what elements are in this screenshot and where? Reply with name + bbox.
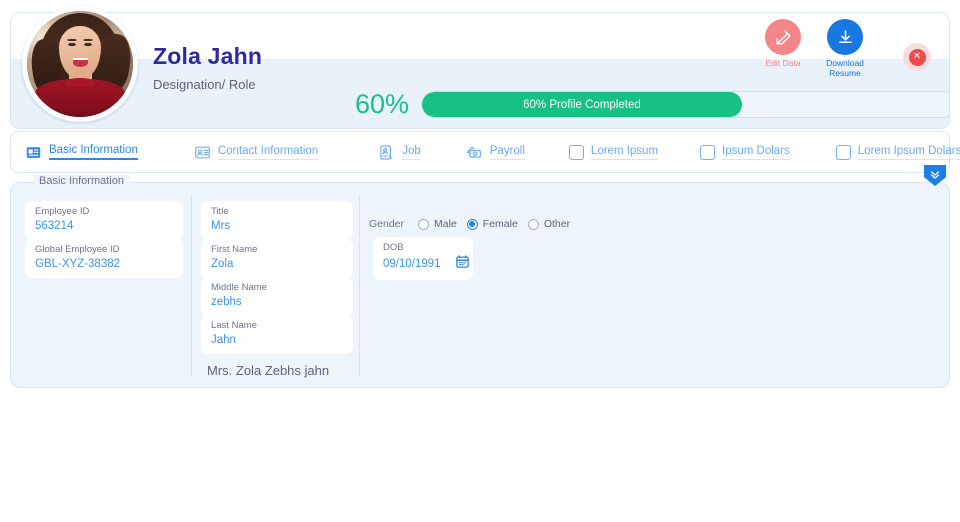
header-actions: Edit Data Download Resume — [757, 19, 871, 78]
profile-completion: 60% 60% Profile Completed — [355, 89, 949, 120]
gender-option-label: Other — [543, 218, 571, 230]
gender-label: Gender — [369, 218, 405, 230]
full-name-display: Mrs. Zola Zebhs jahn — [207, 363, 330, 378]
title-label: Title — [211, 206, 229, 217]
middle-name-label: Middle Name — [211, 282, 267, 293]
download-icon — [827, 19, 863, 55]
tab-label: Lorem Ipsum Dolars — [857, 145, 960, 160]
title-field[interactable]: Title Mrs — [201, 201, 353, 240]
tab-label: Basic Information — [49, 144, 138, 160]
tab-label: Payroll — [489, 145, 525, 160]
id-card-icon — [194, 144, 211, 161]
global-employee-id-field[interactable]: Global Employee ID GBL-XYZ-38382 — [25, 239, 183, 278]
tab-ipsum-dolars[interactable]: Ipsum Dolars — [700, 144, 790, 160]
tab-contact-information[interactable]: Contact Information — [194, 144, 319, 161]
avatar-photo — [27, 11, 133, 117]
avatar[interactable] — [22, 6, 138, 122]
tab-job[interactable]: Job — [378, 144, 421, 161]
global-employee-id-value: GBL-XYZ-38382 — [35, 258, 121, 270]
profile-header-card: Zola Jahn Designation/ Role Edit Data Do… — [10, 12, 950, 129]
job-badge-icon — [378, 144, 395, 161]
payroll-money-icon — [465, 143, 483, 161]
tab-lorem-ipsum-dolars[interactable]: Lorem Ipsum Dolars — [835, 144, 960, 160]
employee-id-field[interactable]: Employee ID 563214 — [25, 201, 183, 240]
title-value: Mrs — [211, 220, 231, 232]
calendar-icon[interactable] — [455, 254, 470, 274]
column-divider-2 — [359, 197, 360, 377]
close-button[interactable]: ✕ — [903, 43, 931, 71]
gender-option-label: Male — [434, 218, 457, 230]
employee-id-label: Employee ID — [35, 206, 90, 217]
tab-label: Ipsum Dolars — [722, 145, 790, 160]
tab-label: Job — [402, 145, 421, 160]
profile-role: Designation/ Role — [153, 77, 256, 92]
double-chevron-down-icon — [930, 171, 940, 179]
radio-icon[interactable] — [527, 218, 539, 230]
employee-id-value: 563214 — [35, 220, 74, 232]
tab-lorem-ipsum[interactable]: Lorem Ipsum — [568, 144, 659, 160]
radio-icon[interactable] — [418, 218, 430, 230]
employee-profile-page: Zola Jahn Designation/ Role Edit Data Do… — [0, 0, 960, 522]
middle-name-field[interactable]: Middle Name zebhs — [201, 277, 353, 316]
progress-bar: 60% Profile Completed — [421, 91, 949, 118]
last-name-value: Jahn — [211, 334, 236, 346]
download-resume-label: Download Resume — [826, 58, 864, 78]
gender-radio-group: Gender Male Female Other — [369, 218, 570, 230]
pencil-square-icon — [765, 19, 801, 55]
gender-option-label: Female — [482, 218, 518, 230]
last-name-label: Last Name — [211, 320, 257, 331]
article-card-icon — [25, 144, 42, 161]
checkbox-icon — [568, 144, 584, 160]
tab-basic-information[interactable]: Basic Information — [25, 144, 138, 161]
gender-option-male[interactable]: Male — [418, 218, 457, 230]
radio-icon[interactable] — [466, 218, 478, 230]
checkbox-icon — [835, 144, 851, 160]
tab-bar: Basic Information Contact Information Job P… — [10, 131, 960, 173]
gender-option-other[interactable]: Other — [527, 218, 571, 230]
middle-name-value: zebhs — [211, 296, 242, 308]
tab-list: Basic Information Contact Information Job P… — [11, 132, 960, 172]
edit-data-button[interactable]: Edit Data — [757, 19, 809, 68]
gender-option-female[interactable]: Female — [466, 218, 518, 230]
page-title: Zola Jahn — [153, 43, 263, 69]
dob-field[interactable]: DOB 09/10/1991 — [373, 237, 473, 280]
global-employee-id-label: Global Employee ID — [35, 244, 120, 255]
edit-data-label: Edit Data — [765, 58, 801, 68]
progress-bar-text: 60% Profile Completed — [523, 98, 641, 111]
section-legend: Basic Information — [33, 175, 130, 187]
basic-information-section: Basic Information Employee ID 563214 Glo… — [10, 175, 950, 388]
first-name-field[interactable]: First Name Zola — [201, 239, 353, 278]
column-divider-1 — [191, 197, 192, 377]
first-name-value: Zola — [211, 258, 234, 270]
first-name-label: First Name — [211, 244, 258, 255]
tab-label: Lorem Ipsum — [590, 145, 659, 160]
download-resume-button[interactable]: Download Resume — [819, 19, 871, 78]
close-icon: ✕ — [908, 48, 926, 66]
progress-percent-label: 60% — [355, 89, 410, 119]
dob-label: DOB — [383, 242, 404, 253]
dob-value: 09/10/1991 — [383, 258, 441, 270]
tab-payroll[interactable]: Payroll — [465, 143, 525, 161]
tab-label: Contact Information — [217, 145, 319, 160]
gender-options: Male Female Other — [418, 218, 570, 230]
progress-bar-fill: 60% Profile Completed — [422, 92, 742, 117]
checkbox-icon — [700, 144, 716, 160]
last-name-field[interactable]: Last Name Jahn — [201, 315, 353, 354]
